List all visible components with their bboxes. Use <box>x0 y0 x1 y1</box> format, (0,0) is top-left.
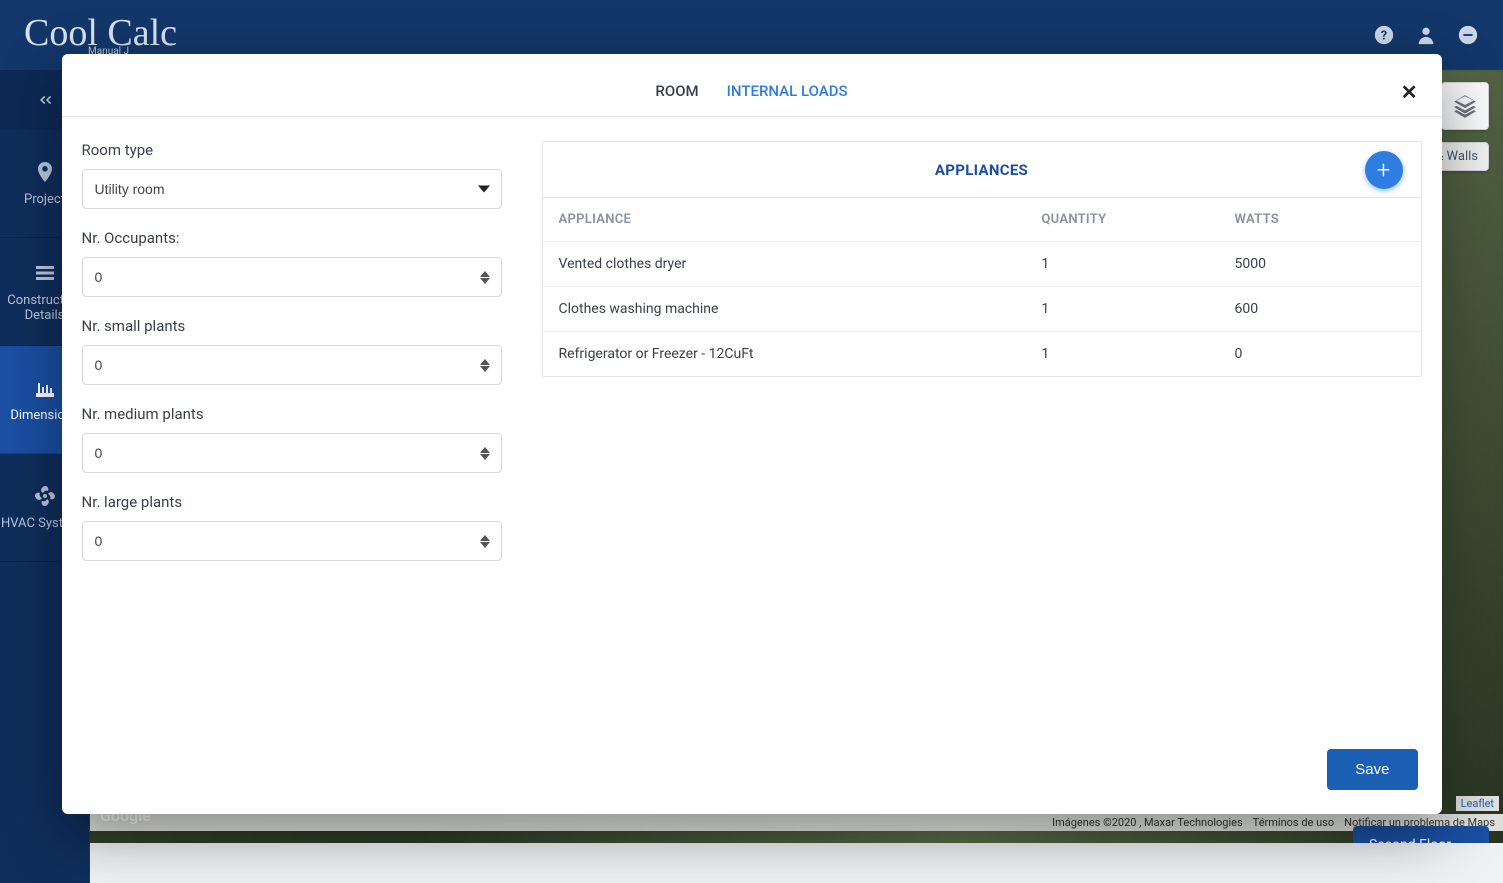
appliances-title: APPLIANCES <box>935 161 1028 179</box>
col-appliance: APPLIANCE <box>543 198 1026 242</box>
occupants-label: Nr. Occupants: <box>82 229 502 247</box>
appliances-panel: APPLIANCES + APPLIANCE QUANTITY WATTS <box>542 141 1422 377</box>
col-quantity: QUANTITY <box>1025 198 1218 242</box>
modal-overlay: ROOM INTERNAL LOADS ✕ Room type Utility … <box>0 0 1503 883</box>
form-column: Room type Utility room Nr. Occupants: <box>82 141 502 732</box>
room-type-label: Room type <box>82 141 502 159</box>
tab-room[interactable]: ROOM <box>655 82 698 100</box>
table-row[interactable]: Refrigerator or Freezer - 12CuFt 1 0 <box>543 332 1421 377</box>
large-plants-input[interactable] <box>82 521 502 561</box>
room-type-select[interactable]: Utility room <box>82 169 502 209</box>
col-watts: WATTS <box>1219 198 1421 242</box>
occupants-input[interactable] <box>82 257 502 297</box>
number-stepper[interactable] <box>480 353 496 377</box>
large-plants-label: Nr. large plants <box>82 493 502 511</box>
tab-internal-loads[interactable]: INTERNAL LOADS <box>727 82 848 100</box>
internal-loads-modal: ROOM INTERNAL LOADS ✕ Room type Utility … <box>62 54 1442 814</box>
table-row[interactable]: Vented clothes dryer 1 5000 <box>543 242 1421 287</box>
medium-plants-input[interactable] <box>82 433 502 473</box>
modal-footer: Save <box>62 732 1442 814</box>
add-appliance-button[interactable]: + <box>1365 151 1403 189</box>
table-row[interactable]: Clothes washing machine 1 600 <box>543 287 1421 332</box>
appliances-column: APPLIANCES + APPLIANCE QUANTITY WATTS <box>542 141 1422 732</box>
chevron-down-icon <box>478 186 490 193</box>
number-stepper[interactable] <box>480 441 496 465</box>
number-stepper[interactable] <box>480 529 496 553</box>
plus-icon: + <box>1377 156 1391 184</box>
appliances-table: APPLIANCE QUANTITY WATTS Vented clothes … <box>543 198 1421 376</box>
number-stepper[interactable] <box>480 265 496 289</box>
modal-header: ROOM INTERNAL LOADS ✕ <box>62 54 1442 117</box>
small-plants-input[interactable] <box>82 345 502 385</box>
save-button[interactable]: Save <box>1327 749 1417 790</box>
small-plants-label: Nr. small plants <box>82 317 502 335</box>
close-icon[interactable]: ✕ <box>1401 80 1418 104</box>
medium-plants-label: Nr. medium plants <box>82 405 502 423</box>
